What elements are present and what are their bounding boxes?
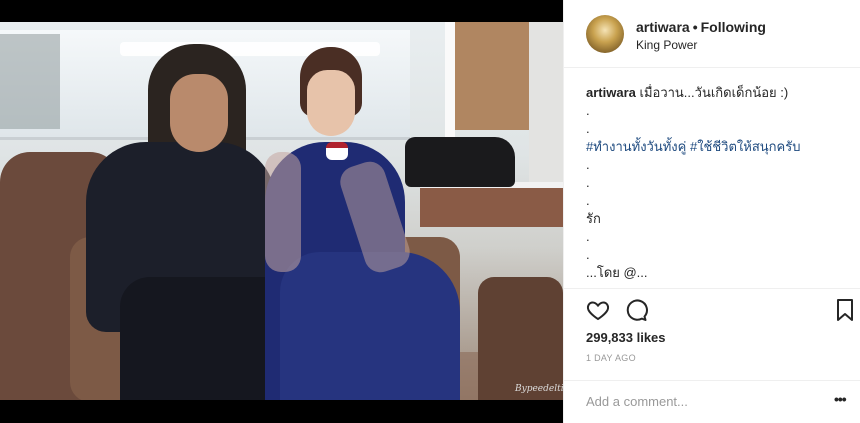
comment-input[interactable]: [586, 392, 816, 410]
following-button[interactable]: Following: [701, 19, 766, 35]
caption-dot: .: [586, 121, 590, 136]
caption-hashtags[interactable]: #ทำงานทั้งวันทั้งคู่ #ใช้ชีวิตให้สนุกครั…: [586, 138, 851, 156]
photo-cake: [326, 142, 348, 160]
caption-dot: .: [586, 247, 590, 262]
caption-first-line: artiwara เมื่อวาน...วันเกิดเด็กน้อย :): [586, 84, 851, 102]
post-side-panel: artiwara • Following King Power artiwara เ…: [563, 0, 860, 423]
comment-bar: •••: [564, 380, 860, 419]
bookmark-icon[interactable]: [835, 298, 855, 322]
more-options-icon[interactable]: •••: [834, 391, 847, 407]
comment-icon[interactable]: [624, 298, 648, 322]
post-header-user: artiwara • Following: [636, 19, 766, 35]
location-link[interactable]: King Power: [636, 38, 697, 52]
username-link[interactable]: artiwara: [636, 19, 690, 35]
caption-text: เมื่อวาน...วันเกิดเด็กน้อย :): [639, 85, 789, 100]
separator-dot: •: [692, 19, 698, 35]
caption-username[interactable]: artiwara: [586, 85, 636, 100]
photo-woman-face: [307, 70, 355, 136]
photo-bag: [405, 137, 515, 187]
post-photo[interactable]: Bypeedeltis: [0, 0, 563, 423]
caption-dot: .: [586, 193, 590, 208]
photo-man-face: [170, 74, 228, 152]
caption-dot: .: [586, 157, 590, 172]
photo-door: [455, 22, 529, 130]
photo-watermark: Bypeedeltis: [515, 384, 563, 394]
caption-word: รัก: [586, 211, 601, 226]
post-header: artiwara • Following King Power: [564, 0, 860, 68]
avatar[interactable]: [586, 15, 624, 53]
post-timestamp[interactable]: 1 DAY AGO: [586, 353, 636, 363]
caption-truncated-line: ...โดย @...: [586, 265, 648, 280]
caption-dot: .: [586, 103, 590, 118]
photo-woman-skirt: [280, 252, 460, 400]
caption: artiwara เมื่อวาน...วันเกิดเด็กน้อย :) .…: [586, 84, 851, 287]
heart-icon[interactable]: [586, 298, 610, 322]
photo-chair-right: [478, 277, 563, 400]
photo-counter: [420, 182, 563, 227]
post-actions: 299,833 likes 1 DAY AGO •••: [564, 288, 860, 418]
likes-count[interactable]: 299,833 likes: [586, 330, 666, 345]
photo-image[interactable]: [0, 22, 563, 400]
photo-reflection: [0, 34, 60, 129]
photo-woman-sleeve: [265, 152, 301, 272]
caption-dot: .: [586, 175, 590, 190]
caption-dot: .: [586, 229, 590, 244]
